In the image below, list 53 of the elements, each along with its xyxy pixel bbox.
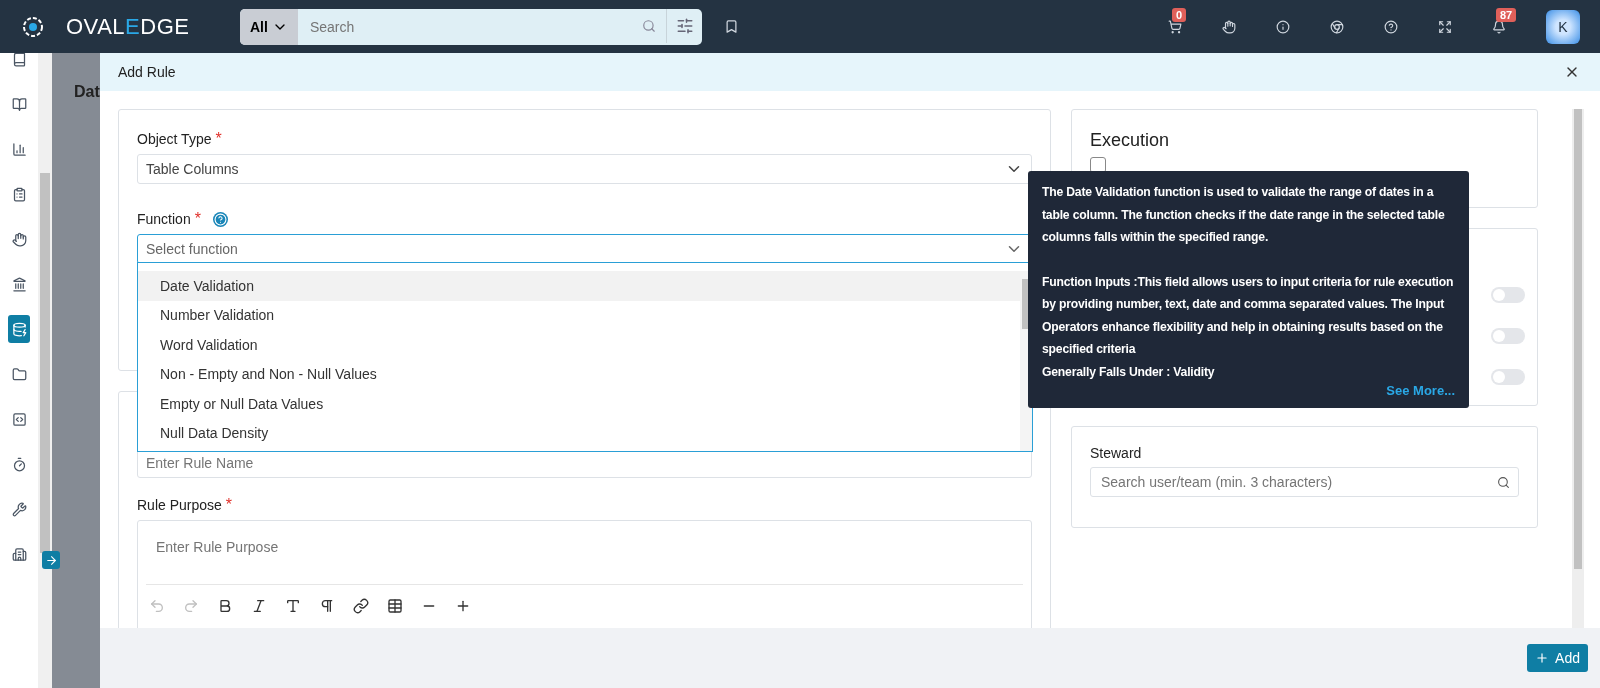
sliders-icon[interactable] <box>675 16 694 35</box>
toggle-switch[interactable] <box>1491 328 1525 344</box>
help-icon[interactable] <box>212 211 228 227</box>
field-label: Rule Purpose * <box>137 496 234 514</box>
user-avatar[interactable]: K <box>1546 9 1580 44</box>
help-icon[interactable] <box>1384 19 1398 34</box>
plus-icon <box>1535 651 1550 665</box>
field-label: Steward <box>1090 445 1143 461</box>
scrollbar[interactable] <box>1572 109 1584 628</box>
timer-icon[interactable] <box>11 456 27 472</box>
tooltip-text: Function Inputs :This field allows users to input criteria for rule execution by providing number, text, date and comma separated values. The Input Operators enhance flexibility and help in obtaining results based on the specified criteria <box>1042 273 1455 358</box>
search-icon[interactable] <box>642 18 656 33</box>
book-icon[interactable] <box>11 53 27 67</box>
count-badge: 0 <box>1172 7 1187 22</box>
clipboard-icon[interactable] <box>11 186 27 202</box>
bank-icon[interactable] <box>11 276 27 292</box>
sidebar-item[interactable] <box>8 315 30 343</box>
tooltip-text: Generally Falls Under : Validity <box>1042 363 1216 381</box>
steward-search-field[interactable]: Search user/team (min. 3 characters) <box>1090 467 1519 497</box>
toggle-switch[interactable] <box>1491 369 1525 385</box>
tools-icon[interactable] <box>11 501 27 517</box>
code-icon[interactable] <box>11 411 27 427</box>
hand-icon[interactable] <box>11 231 27 247</box>
open-book-icon[interactable] <box>11 96 27 112</box>
see-more-link[interactable]: See More... <box>1386 383 1455 398</box>
field-label: Object Type * <box>137 130 223 148</box>
rule-purpose-editor[interactable]: Enter Rule Purpose <box>137 520 1032 628</box>
expand-icon[interactable] <box>1438 19 1452 34</box>
add-button[interactable]: Add <box>1527 644 1588 672</box>
chart-icon[interactable] <box>11 141 27 157</box>
field-label: Function * <box>137 210 1032 228</box>
tooltip-text: The Date Validation function is used to validate the range of dates in a table column. The function checks if the date range in the selected table columns falls within the specified range. <box>1042 184 1446 246</box>
logo-text: OVALEDGE <box>66 13 191 40</box>
search-scope-dropdown[interactable]: All <box>240 8 298 45</box>
database-icon[interactable] <box>11 321 27 337</box>
browser-icon[interactable] <box>1330 19 1344 34</box>
toggle-switch[interactable] <box>1491 287 1525 303</box>
search-field[interactable]: All Search <box>240 8 702 45</box>
hand-icon[interactable] <box>1222 19 1236 34</box>
folder-icon[interactable] <box>11 366 27 382</box>
cart-icon[interactable] <box>1168 19 1182 34</box>
info-icon[interactable] <box>1276 19 1290 34</box>
scrollbar[interactable] <box>38 53 52 688</box>
search-icon[interactable] <box>1497 475 1510 489</box>
bookmark-icon[interactable] <box>723 19 739 34</box>
object-type-select[interactable]: Table Columns <box>137 154 1032 184</box>
card-title: Execution <box>1090 130 1171 151</box>
bell-icon[interactable] <box>1492 19 1506 34</box>
page-title: Dat <box>74 83 100 101</box>
count-badge: 87 <box>1496 7 1517 22</box>
building-icon[interactable] <box>11 546 27 562</box>
dropdown-option[interactable]: Date Validation <box>138 271 1020 301</box>
modal-title: Add Rule <box>118 64 176 80</box>
